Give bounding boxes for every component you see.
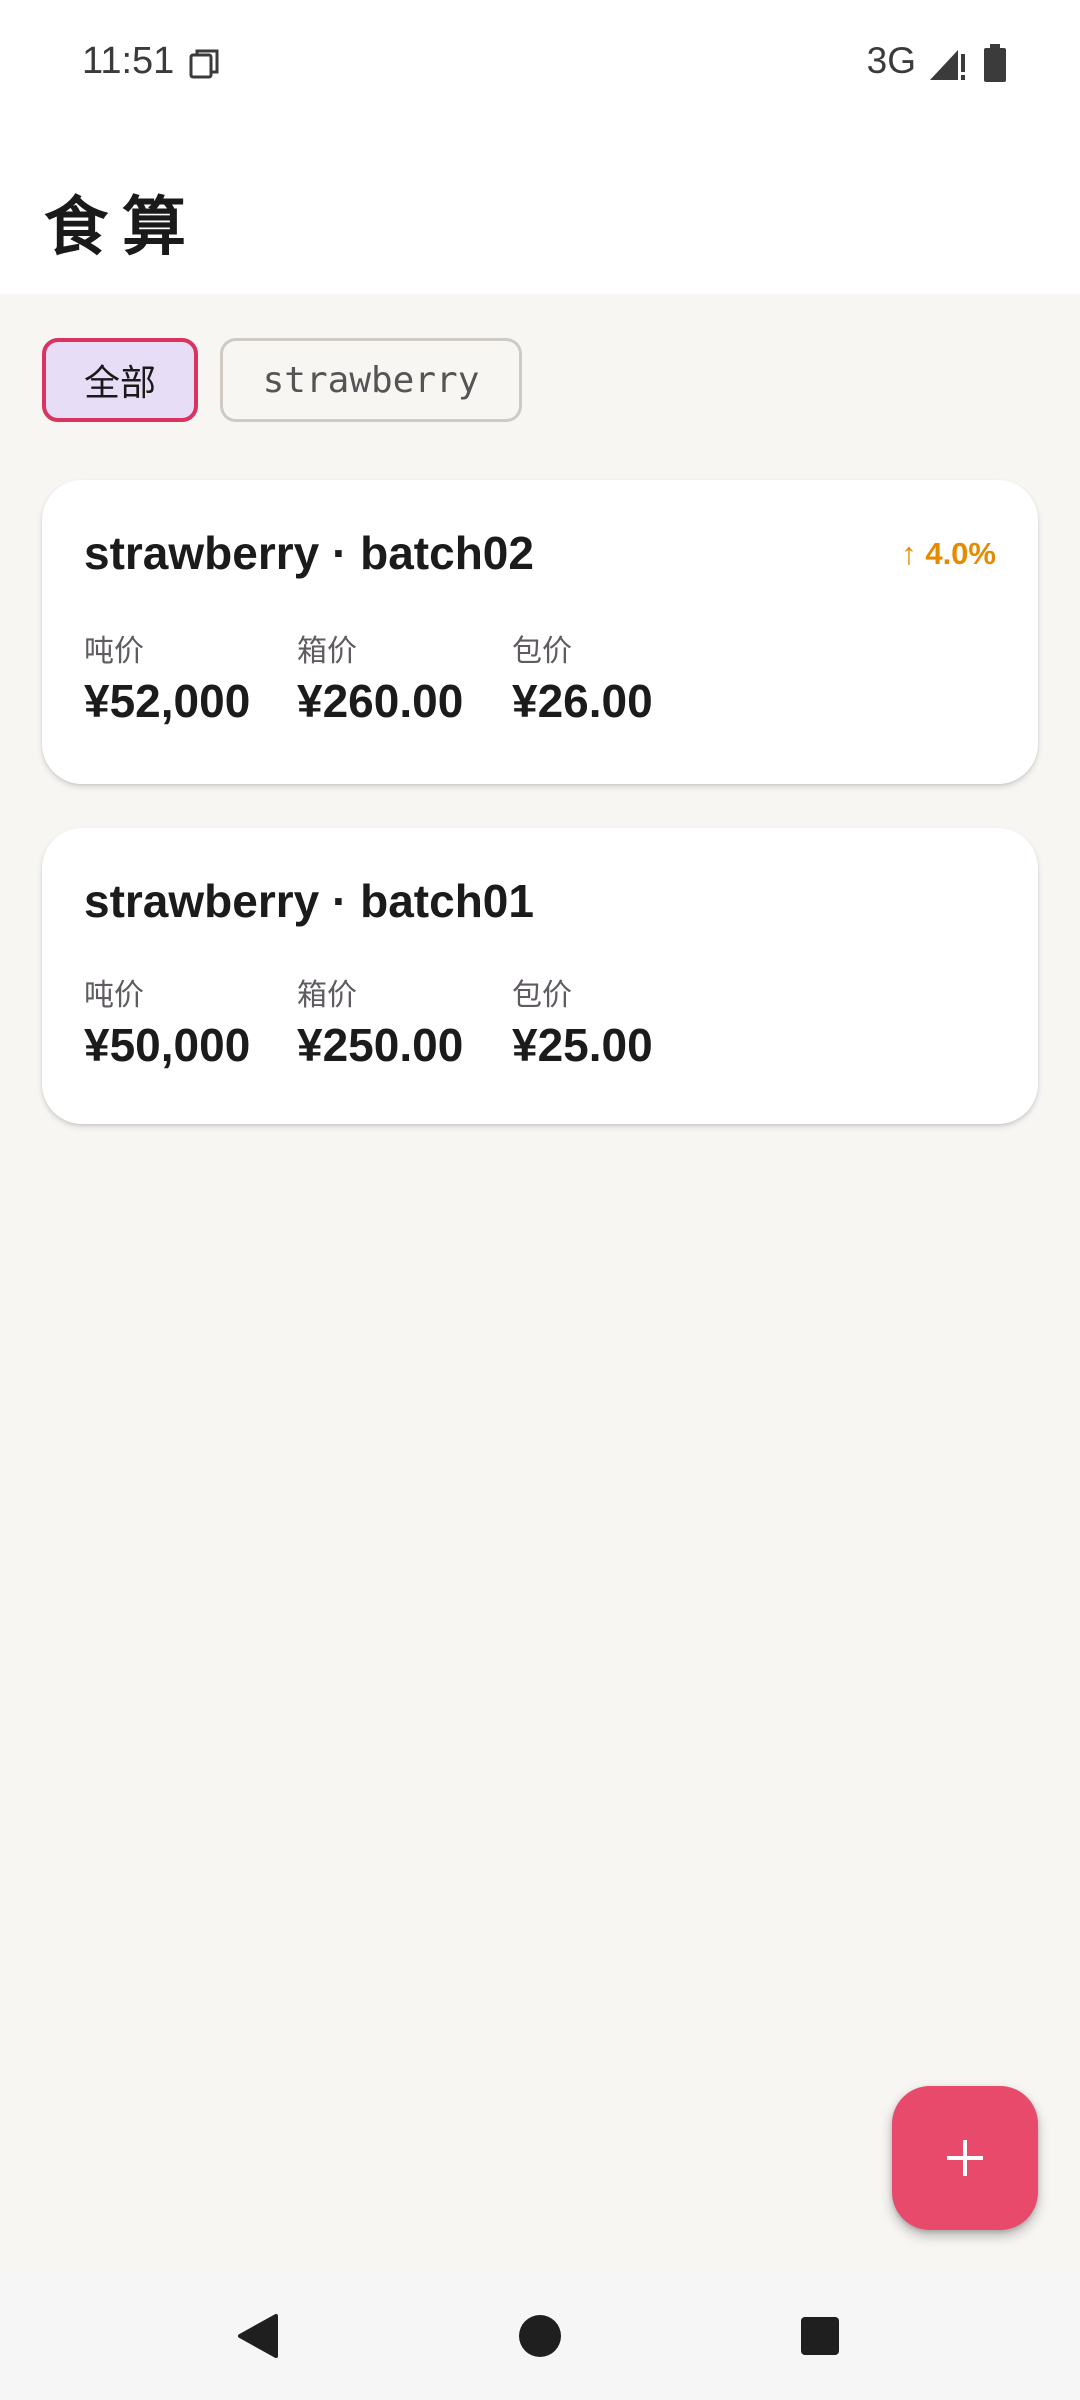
metric-value: ¥52,000 <box>84 675 251 727</box>
metric-value: ¥260.00 <box>297 675 464 727</box>
item-title: strawberry · batch01 <box>84 875 534 927</box>
status-time: 11:51 <box>82 40 175 82</box>
add-item-button[interactable] <box>892 2086 1038 2230</box>
item-card[interactable]: strawberry · batch01 吨价 ¥50,000 箱价 ¥250.… <box>42 828 1038 1124</box>
metric-value: ¥26.00 <box>512 675 653 727</box>
metric-label: 包价 <box>512 978 572 1013</box>
metric-label: 箱价 <box>297 634 357 669</box>
network-type: 3G <box>866 40 916 81</box>
metric-label: 吨价 <box>84 634 144 669</box>
item-title: strawberry · batch02 <box>84 527 534 579</box>
metric-ton-price: 吨价 ¥50,000 <box>84 970 297 1072</box>
recents-icon[interactable] <box>800 2316 840 2356</box>
metric-ton-price: 吨价 ¥52,000 <box>84 626 297 728</box>
metric-value: ¥250.00 <box>297 1019 464 1071</box>
top-app-bar: 食算 <box>0 126 1080 294</box>
sim-card-icon <box>189 49 219 79</box>
metric-value: ¥25.00 <box>512 1019 653 1071</box>
filter-chip-row: 全部 strawberry <box>42 338 522 422</box>
filter-chip-strawberry[interactable]: strawberry <box>220 338 522 422</box>
price-metrics: 吨价 ¥52,000 箱价 ¥260.00 包价 ¥26.00 <box>84 626 712 728</box>
signal-icon <box>930 50 965 80</box>
battery-icon <box>984 44 1006 82</box>
item-card[interactable]: strawberry · batch02 ↑ 4.0% 吨价 ¥52,000 箱… <box>42 480 1038 784</box>
metric-pack-price: 包价 ¥26.00 <box>512 626 712 728</box>
metric-box-price: 箱价 ¥250.00 <box>297 970 512 1072</box>
status-bar: 11:51 3G <box>0 0 1080 126</box>
back-icon[interactable] <box>236 2312 280 2360</box>
app-title: 食算 <box>44 191 200 265</box>
price-metrics: 吨价 ¥50,000 箱价 ¥250.00 包价 ¥25.00 <box>84 970 712 1072</box>
system-navigation-bar <box>0 2272 1080 2400</box>
metric-label: 吨价 <box>84 978 144 1013</box>
home-icon[interactable] <box>518 2314 562 2358</box>
metric-pack-price: 包价 ¥25.00 <box>512 970 712 1072</box>
metric-label: 箱价 <box>297 978 357 1013</box>
price-change-badge: ↑ 4.0% <box>901 536 996 571</box>
plus-icon <box>947 2140 983 2176</box>
metric-value: ¥50,000 <box>84 1019 251 1071</box>
metric-box-price: 箱价 ¥260.00 <box>297 626 512 728</box>
metric-label: 包价 <box>512 634 572 669</box>
filter-chip-all[interactable]: 全部 <box>42 338 198 422</box>
